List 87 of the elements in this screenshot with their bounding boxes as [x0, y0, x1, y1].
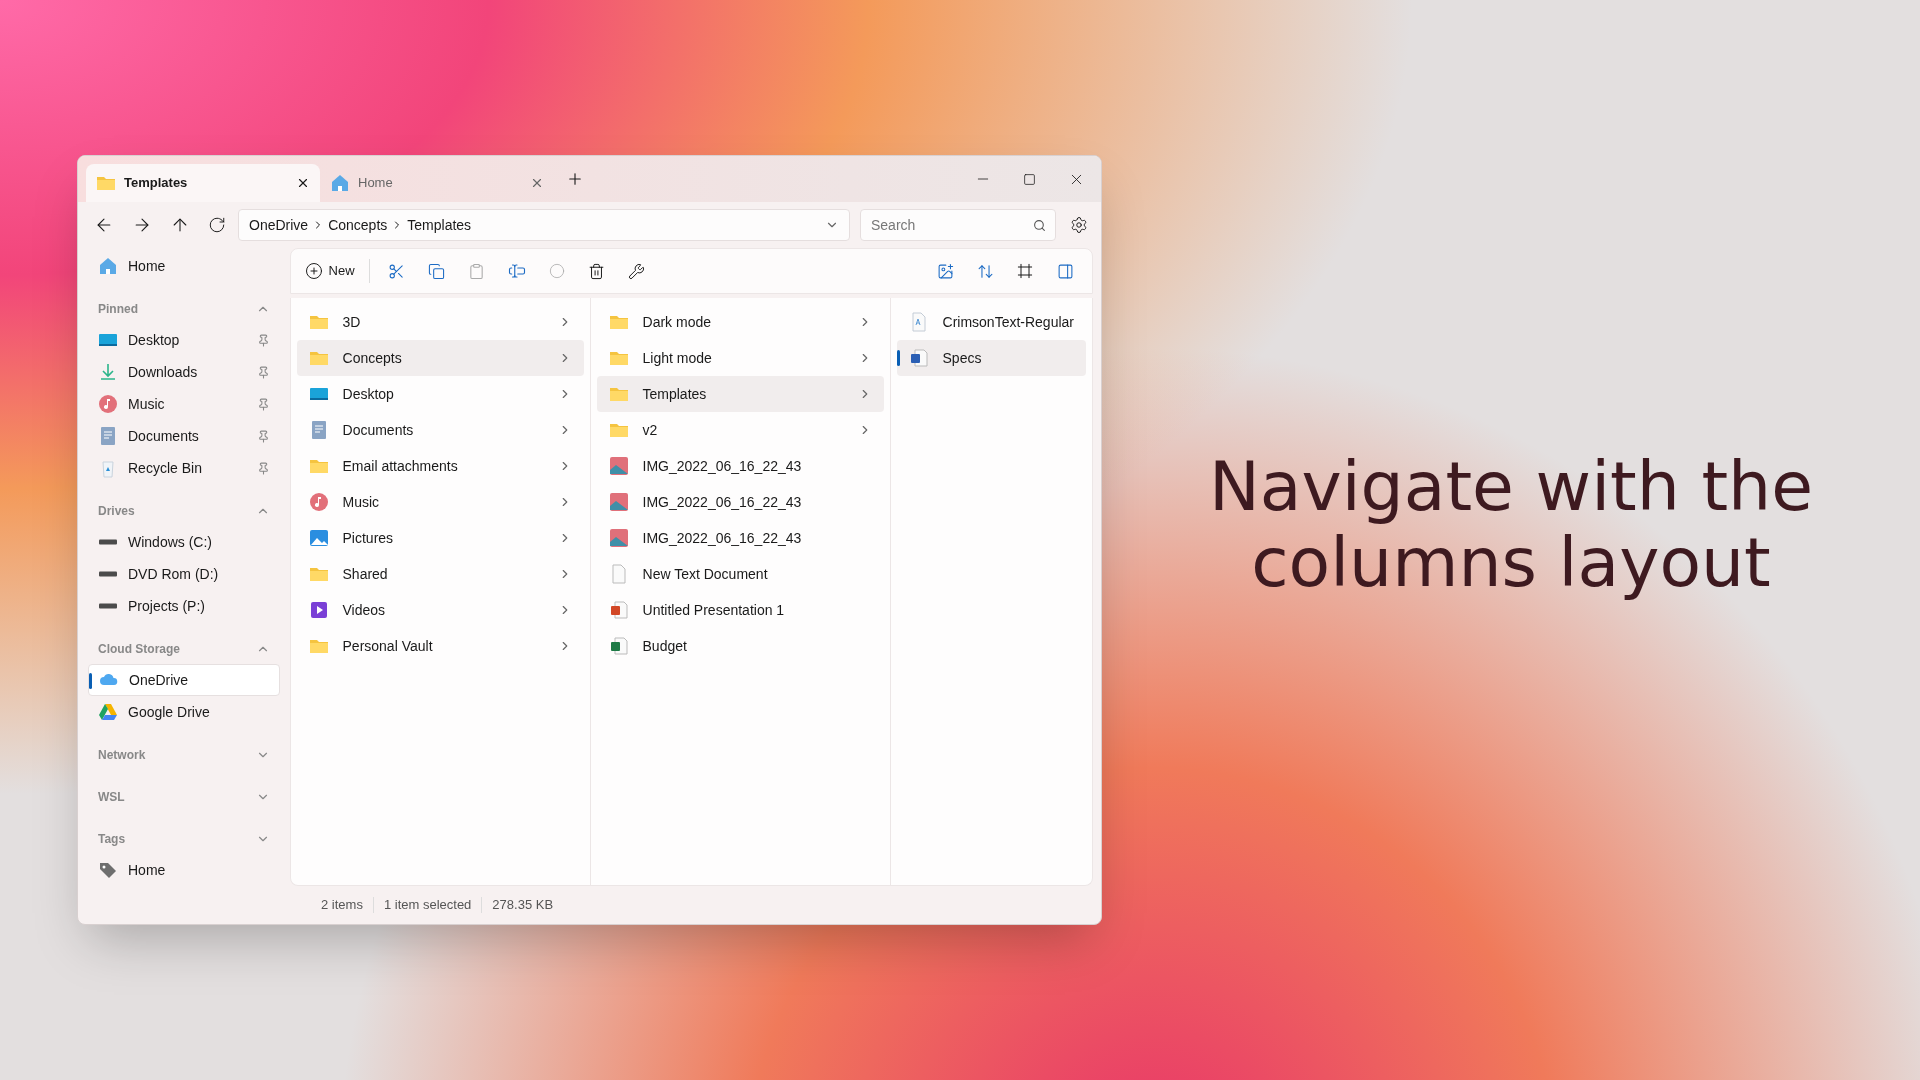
sidebar-item[interactable]: Home: [88, 250, 280, 282]
wrench-icon[interactable]: [628, 262, 646, 280]
rename-icon[interactable]: [507, 262, 526, 280]
presentation-file-icon: [608, 600, 629, 620]
status-text: 278.35 KB: [492, 896, 554, 915]
drive-icon: [98, 539, 118, 545]
column-item[interactable]: IMG_2022_06_16_22_43: [596, 448, 884, 484]
column-item[interactable]: Concepts: [296, 340, 584, 376]
house-icon: [330, 173, 350, 193]
drive-icon: [98, 603, 118, 609]
column-item[interactable]: Desktop: [296, 376, 584, 412]
sidebar-item[interactable]: Google Drive: [88, 696, 280, 728]
column-item[interactable]: Pictures: [296, 520, 584, 556]
column-item[interactable]: Templates: [596, 376, 884, 412]
settings-icon[interactable]: [1070, 216, 1088, 234]
column-item[interactable]: Shared: [296, 556, 584, 592]
image-thumbnail-icon: [608, 492, 629, 512]
sidebar-item[interactable]: Downloads: [88, 356, 280, 388]
download-icon: [98, 362, 118, 382]
delete-icon[interactable]: [588, 262, 606, 280]
search-field[interactable]: Search: [860, 209, 1056, 241]
new-tab-icon[interactable]: [566, 170, 584, 188]
pin-icon[interactable]: [256, 365, 270, 379]
music-note-icon: [308, 492, 329, 512]
tag-icon: [98, 860, 118, 880]
headline: Navigate with the columns layout: [1207, 449, 1815, 601]
breadcrumb-link[interactable]: Templates: [407, 214, 472, 236]
column-item[interactable]: CrimsonText-Regular: [896, 304, 1086, 340]
column-item[interactable]: 3D: [296, 304, 584, 340]
column-item[interactable]: New Text Document: [596, 556, 884, 592]
status-text: 1 item selected: [383, 896, 472, 915]
breadcrumb-link[interactable]: Concepts: [328, 214, 388, 236]
column-item[interactable]: Personal Vault: [296, 628, 584, 664]
copy-icon[interactable]: [428, 262, 446, 280]
sidebar-item[interactable]: Projects (P:): [88, 590, 280, 622]
video-icon: [308, 600, 329, 620]
column-item[interactable]: Untitled Presentation 1: [596, 592, 884, 628]
search-icon: [1033, 219, 1046, 232]
breadcrumb-link[interactable]: OneDrive: [249, 214, 309, 236]
pin-icon[interactable]: [256, 461, 270, 475]
image-icon[interactable]: [936, 262, 954, 280]
sidebar-item[interactable]: OneDrive: [88, 664, 280, 696]
picture-icon: [308, 528, 329, 548]
address-bar[interactable]: OneDrive Concepts Templates: [238, 209, 850, 241]
sidebar-item[interactable]: Windows (C:): [88, 526, 280, 558]
sidebar-item[interactable]: Home: [88, 854, 280, 886]
house-icon: [98, 256, 118, 276]
selection-indicator: [89, 673, 92, 689]
pin-icon[interactable]: [256, 333, 270, 347]
document-icon: [98, 426, 118, 446]
maximize-icon[interactable]: [1023, 172, 1036, 186]
column-item[interactable]: IMG_2022_06_16_22_43: [596, 520, 884, 556]
new-button[interactable]: New: [300, 254, 359, 288]
sidebar-item[interactable]: Documents: [88, 420, 280, 452]
sort-icon[interactable]: [976, 262, 994, 280]
details-pane-icon[interactable]: [1056, 262, 1074, 280]
pin-icon[interactable]: [256, 397, 270, 411]
word-document-icon: [908, 348, 929, 368]
selection-indicator: [896, 350, 900, 366]
column-item[interactable]: Documents: [296, 412, 584, 448]
column-item[interactable]: Light mode: [596, 340, 884, 376]
status-text: 2 items: [321, 896, 363, 915]
image-thumbnail-icon: [608, 528, 629, 548]
column-item[interactable]: Dark mode: [596, 304, 884, 340]
triangle-logo-icon: [98, 702, 118, 722]
cut-icon[interactable]: [388, 262, 406, 280]
refresh-icon[interactable]: [208, 216, 226, 234]
column-item[interactable]: Music: [296, 484, 584, 520]
music-note-icon: [98, 394, 118, 414]
column-item[interactable]: Videos: [296, 592, 584, 628]
column-item[interactable]: Email attachments: [296, 448, 584, 484]
close-icon[interactable]: [296, 176, 310, 190]
column-item[interactable]: Budget: [596, 628, 884, 664]
drive-icon: [98, 571, 118, 577]
column-item[interactable]: Specs: [896, 340, 1086, 376]
sidebar-item[interactable]: Recycle Bin: [88, 452, 280, 484]
spreadsheet-file-icon: [608, 636, 629, 656]
tab[interactable]: Templates: [86, 164, 320, 202]
pin-icon[interactable]: [256, 429, 270, 443]
sidebar-item[interactable]: DVD Rom (D:): [88, 558, 280, 590]
column-item[interactable]: v2: [596, 412, 884, 448]
plus-icon: [304, 262, 323, 280]
image-thumbnail-icon: [608, 456, 629, 476]
sidebar-item[interactable]: Desktop: [88, 324, 280, 356]
column-item[interactable]: IMG_2022_06_16_22_43: [596, 484, 884, 520]
sidebar-item[interactable]: Music: [88, 388, 280, 420]
tab[interactable]: Home: [320, 164, 554, 202]
